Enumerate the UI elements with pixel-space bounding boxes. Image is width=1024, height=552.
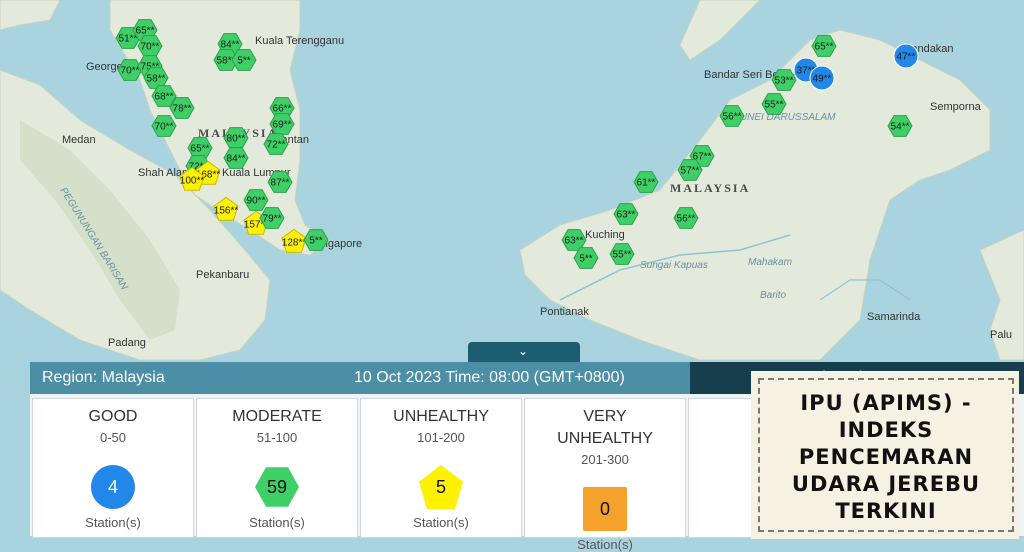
place-label: Samarinda <box>867 311 921 323</box>
station-count-badge: 0 <box>583 487 627 531</box>
place-label: Sungai Kapuas <box>640 260 708 271</box>
stations-label: Station(s) <box>249 515 305 530</box>
station-marker-label: 72** <box>267 140 286 151</box>
station-marker-label: 128** <box>282 238 307 249</box>
place-label: Barito <box>760 290 787 301</box>
station-marker-label: 5** <box>309 236 322 247</box>
dashed-frame: IPU (APIMS) - INDEKS PENCEMARAN UDARA JE… <box>758 378 1014 532</box>
stations-label: Station(s) <box>577 537 633 552</box>
region-label: Region: Malaysia <box>42 369 165 386</box>
station-marker-label: 53** <box>775 76 794 87</box>
station-marker-label: 100** <box>180 176 205 187</box>
station-marker-label: 78** <box>173 104 192 115</box>
category-card-moderate[interactable]: MODERATE 51-100 59 Station(s) <box>196 398 358 538</box>
station-marker-label: 47** <box>897 52 916 63</box>
station-count-badge: 5 <box>419 465 463 509</box>
title-overlay: IPU (APIMS) - INDEKS PENCEMARAN UDARA JE… <box>754 374 1016 536</box>
station-marker-label: 55** <box>613 250 632 261</box>
category-card-very-unhealthy[interactable]: VERY UNHEALTHY 201-300 0 Station(s) <box>524 398 686 552</box>
station-marker-label: 56** <box>723 112 742 123</box>
place-label: Pontianak <box>540 306 589 318</box>
station-marker-label: 65** <box>136 26 155 37</box>
station-marker-label: 56** <box>677 214 696 225</box>
station-marker-label: 63** <box>565 236 584 247</box>
station-marker-label: 87** <box>271 178 290 189</box>
category-range: 201-300 <box>581 452 629 467</box>
station-marker-label: 5** <box>237 56 250 67</box>
category-card-good[interactable]: GOOD 0-50 4 Station(s) <box>32 398 194 538</box>
overlay-title: IPU (APIMS) - INDEKS PENCEMARAN UDARA JE… <box>791 391 981 523</box>
station-marker-label: 70** <box>155 122 174 133</box>
station-marker-label: 84** <box>221 40 240 51</box>
station-marker-label: 61** <box>637 178 656 189</box>
category-name: MODERATE <box>232 408 322 425</box>
place-label: Mahakam <box>748 257 792 268</box>
datetime-label: 10 Oct 2023 Time: 08:00 (GMT+0800) <box>354 369 625 386</box>
station-marker-label: 65** <box>815 42 834 53</box>
station-marker-label: 84** <box>227 154 246 165</box>
station-marker-label: 55** <box>765 100 784 111</box>
place-label: Palu <box>990 329 1012 341</box>
place-label: Semporna <box>930 101 982 113</box>
station-marker-label: 69** <box>273 120 292 131</box>
category-range: 51-100 <box>256 430 298 445</box>
stations-label: Station(s) <box>85 515 141 530</box>
chevron-down-icon: ⌄ <box>518 344 529 358</box>
place-label: Padang <box>108 337 146 349</box>
station-count-badge: 4 <box>91 465 135 509</box>
collapse-panel-tab[interactable]: ⌄ <box>468 342 580 364</box>
station-marker-label: 49** <box>813 74 832 85</box>
station-marker-label: 54** <box>891 122 910 133</box>
station-marker-label: 80** <box>227 134 246 145</box>
station-marker-label: 90** <box>247 196 266 207</box>
station-marker-label: 5** <box>579 254 592 265</box>
place-label: Medan <box>62 134 96 146</box>
station-marker-label: 66** <box>273 104 292 115</box>
place-label: Kuching <box>585 229 625 241</box>
category-range: 101-200 <box>417 430 465 445</box>
category-name: VERY UNHEALTHY <box>557 408 653 447</box>
category-card-unhealthy[interactable]: UNHEALTHY 101-200 5 Station(s) <box>360 398 522 538</box>
place-label: MALAYSIA <box>670 181 750 195</box>
station-marker-label: 79** <box>263 214 282 225</box>
place-label: Kuala Terengganu <box>255 35 344 47</box>
category-range: 0-50 <box>99 430 127 445</box>
stations-label: Station(s) <box>413 515 469 530</box>
station-marker-label: 63** <box>617 210 636 221</box>
station-marker-label: 65** <box>191 144 210 155</box>
station-marker-label: 70** <box>121 66 140 77</box>
station-marker-label: 68** <box>155 92 174 103</box>
category-name: UNHEALTHY <box>393 408 489 425</box>
place-label: Pekanbaru <box>196 269 249 281</box>
station-marker-label: 58** <box>147 74 166 85</box>
category-name: GOOD <box>88 408 138 425</box>
station-marker-label: 156** <box>214 206 239 217</box>
station-marker-label: 70** <box>141 42 160 53</box>
station-count-badge: 59 <box>255 467 299 507</box>
station-marker-label: 57** <box>681 166 700 177</box>
